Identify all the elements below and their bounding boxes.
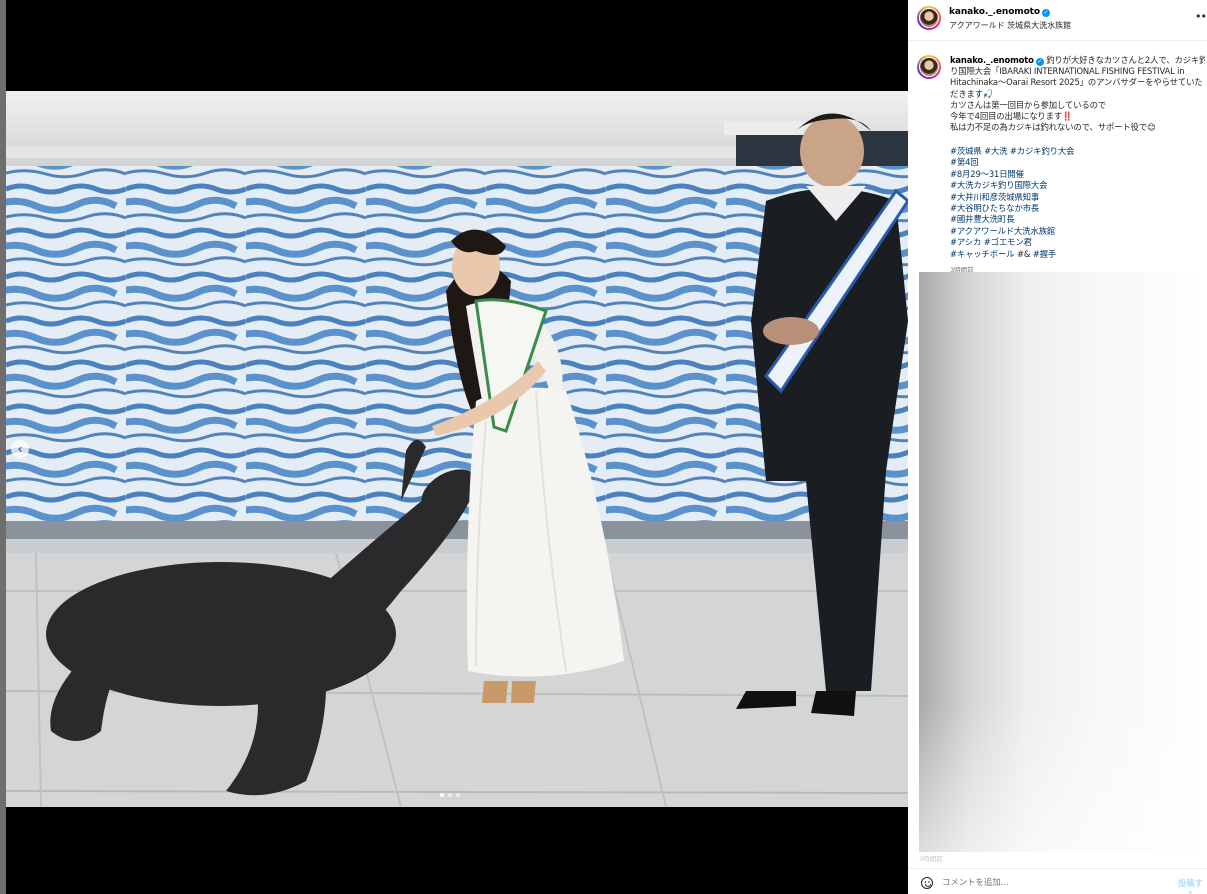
- author-username-link[interactable]: kanako._.enomoto ✓: [949, 7, 1050, 17]
- hashtag-link[interactable]: #キャッチボール: [950, 249, 1015, 259]
- hashtag-link[interactable]: #8月29〜31日開催: [950, 169, 1024, 179]
- caption-line: Hitachinaka～Oarai Resort 2025」のアンバサダーをやら…: [950, 77, 1203, 88]
- hashtag-line: #大谷明ひたちなか市長: [950, 203, 1205, 214]
- hashtag-line: #大井川和彦茨城県知事: [950, 192, 1205, 203]
- post-side-panel: kanako._.enomoto✓ アクアワールド 茨城県大洗水族館 ••• k…: [908, 0, 1207, 894]
- caption-line: カツさんは第一回目から参加しているので: [950, 99, 1107, 110]
- hashtag-line: #アクアワールド大洗水族館: [950, 226, 1205, 237]
- more-horizontal-icon[interactable]: •••: [1195, 10, 1207, 23]
- comment-bar: 投稿する: [908, 868, 1207, 894]
- chevron-left-icon: ‹: [17, 442, 23, 456]
- hashtag-link[interactable]: #握手: [1033, 249, 1056, 259]
- carousel-dots: [440, 793, 460, 797]
- caption-line: kanako._.enomoto ✓ 釣りが大好きなカツさんと2人で、カジキ釣: [950, 55, 1205, 66]
- hashtag-line: #第4回: [950, 157, 1205, 168]
- hashtag-link[interactable]: #茨城県: [950, 146, 982, 156]
- caption-line: 私は力不足の為カジキは釣れないので、サポート役で😊: [950, 122, 1156, 133]
- hashtag-link[interactable]: #國井豊大洗町長: [950, 214, 1015, 224]
- hashtag-separator: #&: [1014, 248, 1033, 259]
- hashtag-link[interactable]: #アシカ: [950, 237, 981, 247]
- blurred-comment-area: [919, 272, 1207, 852]
- hashtag-line: #國井豊大洗町長: [950, 214, 1205, 225]
- hashtag-line: #大洗カジキ釣り国際大会: [950, 180, 1205, 191]
- hashtag-line: #アシカ #ゴエモン君: [950, 237, 1205, 248]
- faint-timestamp: 3時間前: [919, 855, 943, 863]
- caption-username[interactable]: kanako._.enomoto: [950, 55, 1034, 65]
- carousel-prev-button[interactable]: ‹: [11, 440, 29, 458]
- hashtag-link[interactable]: #大洗カジキ釣り国際大会: [950, 180, 1047, 190]
- hashtag-link[interactable]: #大井川和彦茨城県知事: [950, 192, 1039, 202]
- hashtag-list: #茨城県 #大洗 #カジキ釣り大会 #第4回 #8月29〜31日開催 #大洗カジキ釣り…: [950, 146, 1205, 260]
- hashtag-line: #8月29〜31日開催: [950, 169, 1205, 180]
- emoji-icon[interactable]: [921, 877, 933, 889]
- carousel-dot: [456, 793, 460, 797]
- post-comment-button[interactable]: 投稿する: [1174, 877, 1207, 894]
- location-link[interactable]: アクアワールド 茨城県大洗水族館: [949, 20, 1071, 31]
- hashtag-link[interactable]: #アクアワールド大洗水族館: [950, 226, 1055, 236]
- caption-line: 今年で4回目の出場になります‼️: [950, 111, 1073, 122]
- hashtag-line: #キャッチボール #& #握手: [950, 249, 1205, 260]
- carousel-dot: [440, 793, 444, 797]
- hashtag-link[interactable]: #大谷明ひたちなか市長: [950, 203, 1039, 213]
- avatar[interactable]: [917, 6, 941, 30]
- hashtag-link[interactable]: #カジキ釣り大会: [1010, 146, 1075, 156]
- caption-line: だきます🎣: [950, 88, 994, 99]
- post-photo[interactable]: [6, 91, 908, 807]
- post-caption: kanako._.enomoto ✓ 釣りが大好きなカツさんと2人で、カジキ釣 り国…: [950, 55, 1205, 133]
- photo-illustration: [6, 91, 908, 807]
- hashtag-link[interactable]: #第4回: [950, 157, 979, 167]
- carousel-dot: [448, 793, 452, 797]
- hashtag-link[interactable]: #大洗: [984, 146, 1007, 156]
- hashtag-line: #茨城県 #大洗 #カジキ釣り大会: [950, 146, 1205, 157]
- verified-badge-icon: ✓: [1035, 58, 1044, 66]
- post-header: kanako._.enomoto✓ アクアワールド 茨城県大洗水族館 •••: [908, 0, 1207, 41]
- comment-input[interactable]: [942, 875, 1162, 889]
- caption-avatar[interactable]: [917, 55, 941, 79]
- hashtag-link[interactable]: #ゴエモン君: [984, 237, 1032, 247]
- verified-badge-icon: ✓: [1041, 9, 1050, 17]
- caption-line: り国際大会「IBARAKI INTERNATIONAL FISHING FEST…: [950, 66, 1185, 77]
